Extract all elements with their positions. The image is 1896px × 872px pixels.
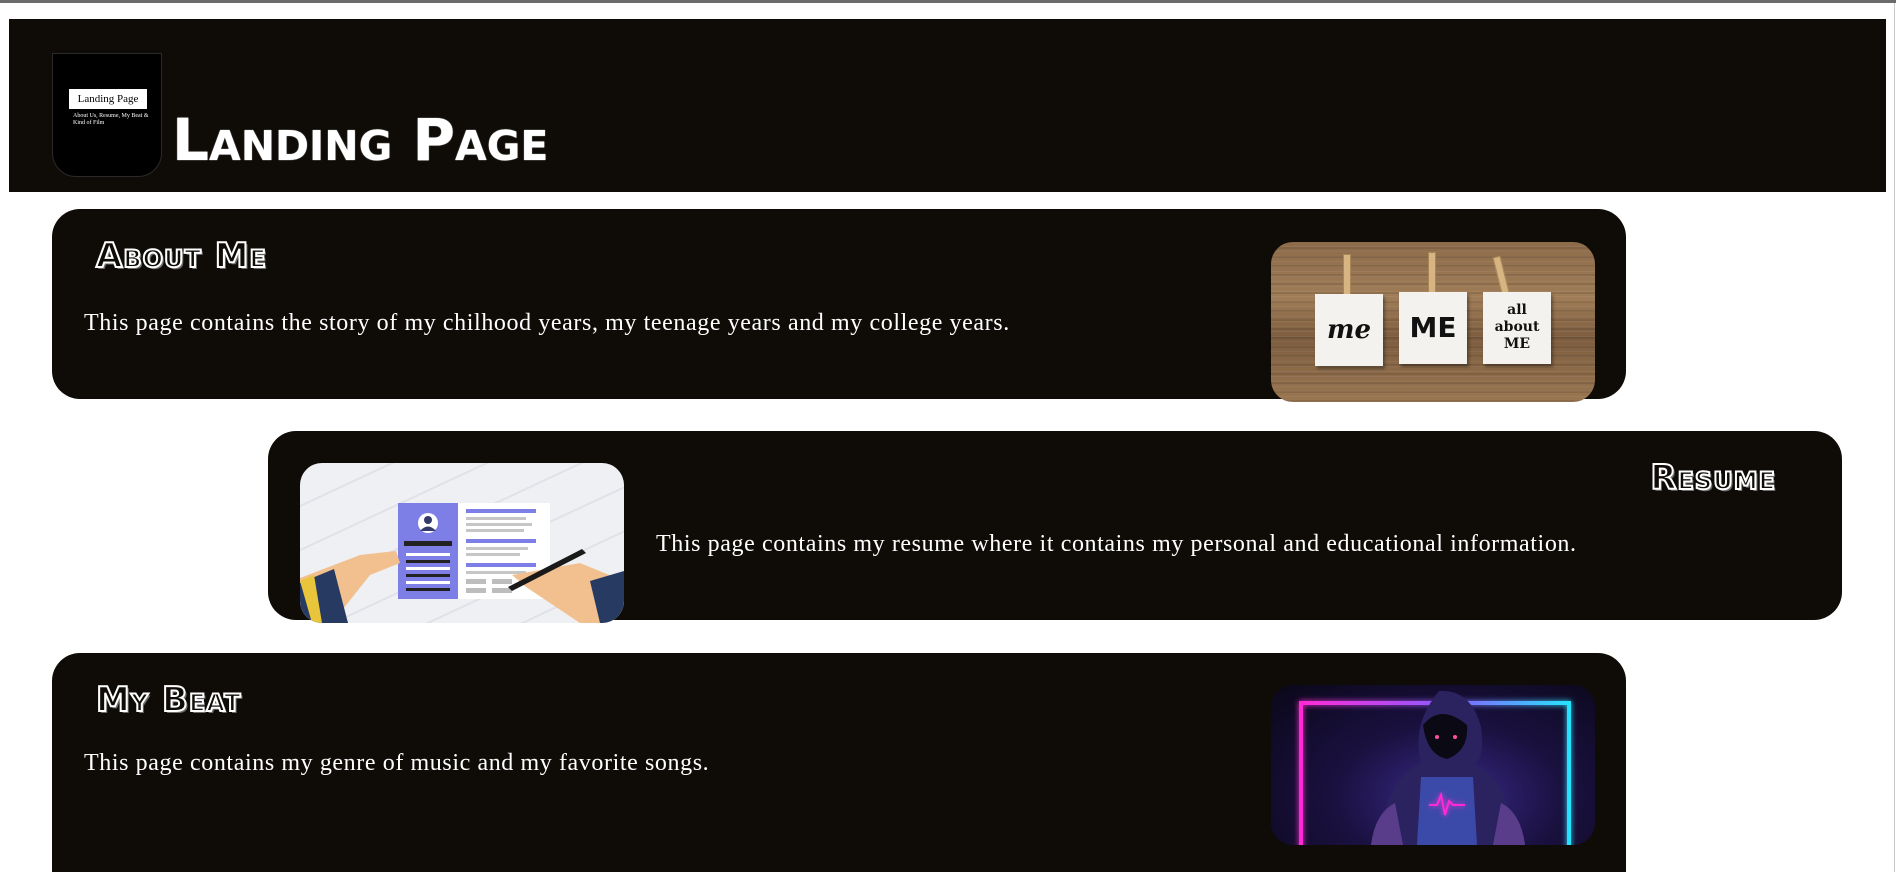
window-top-border	[0, 0, 1896, 3]
resume-illustration	[300, 503, 624, 623]
my-beat-card[interactable]: My Beat This page contains my genre of m…	[52, 653, 1626, 872]
resume-card[interactable]: Resume This page contains my resume wher…	[268, 431, 1842, 623]
site-header: Landing Page About Us, Resume, My Beat &…	[9, 19, 1886, 192]
resume-description: This page contains my resume where it co…	[656, 531, 1577, 557]
site-logo[interactable]: Landing Page About Us, Resume, My Beat &…	[52, 53, 162, 177]
about-me-description: This page contains the story of my chilh…	[84, 310, 1010, 336]
window-right-border	[1894, 3, 1895, 872]
resume-image[interactable]	[300, 463, 624, 623]
my-beat-image[interactable]	[1271, 685, 1595, 845]
logo-subtitle: About Us, Resume, My Beat & Kind of Film	[73, 113, 149, 126]
about-me-card[interactable]: About Me This page contains the story of…	[52, 209, 1626, 402]
logo-title: Landing Page	[69, 89, 147, 109]
note-me-caps: ME	[1399, 292, 1467, 364]
note-me: me	[1315, 294, 1383, 366]
my-beat-title[interactable]: My Beat	[95, 679, 241, 721]
my-beat-description: This page contains my genre of music and…	[84, 750, 710, 776]
about-me-image[interactable]: me ME all about ME	[1271, 242, 1595, 402]
resume-title[interactable]: Resume	[1649, 457, 1776, 499]
about-me-title[interactable]: About Me	[95, 235, 267, 277]
note-all-about-me: all about ME	[1483, 292, 1551, 364]
neon-hooded-figure	[1299, 690, 1571, 845]
page-title: Landing Page	[172, 106, 549, 174]
